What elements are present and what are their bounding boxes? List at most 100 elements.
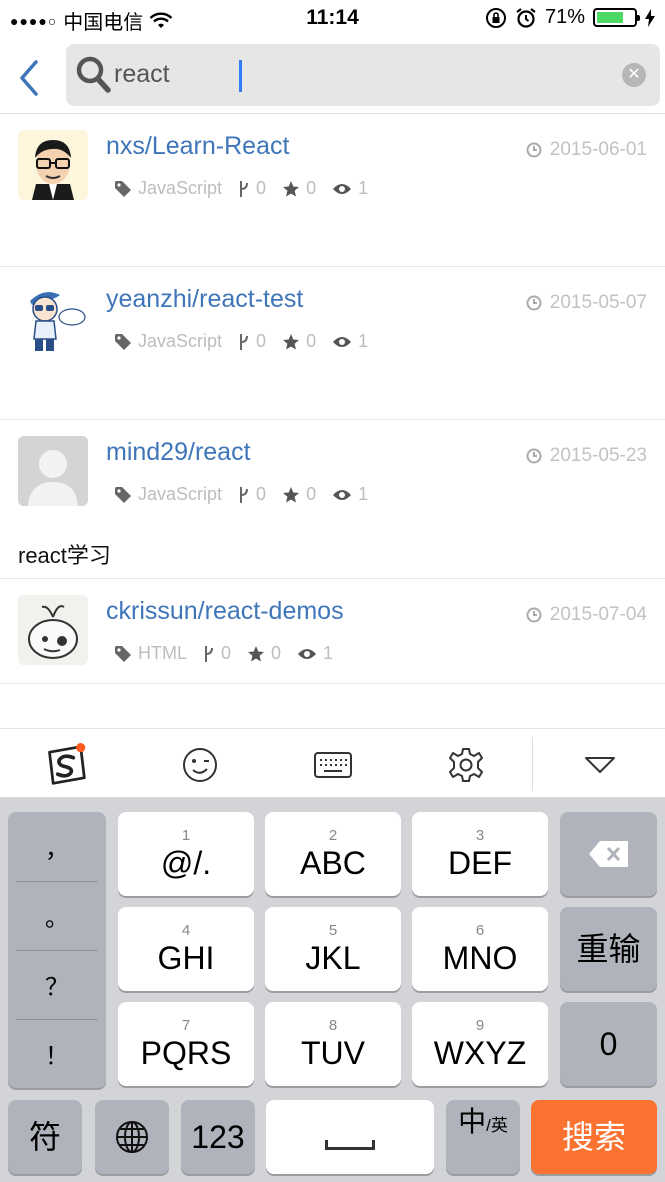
tag-icon	[115, 180, 131, 197]
stars-item: 0	[282, 178, 316, 199]
key-9[interactable]: 9 WXYZ	[412, 1002, 548, 1086]
key-7[interactable]: 7 PQRS	[118, 1002, 254, 1086]
stars-item: 0	[247, 643, 281, 664]
keyboard: ， 。 ？ ！ 1 @/. 2 ABC 3 DEF 4 GHI 5 JKL 6 …	[0, 798, 665, 1182]
repo-row[interactable]: ckrissun/react-demos 2015-07-04 HTML 0 0…	[0, 579, 665, 684]
language-item: JavaScript	[114, 178, 222, 199]
key-label: ABC	[300, 845, 366, 881]
repo-name-link[interactable]: mind29/react	[106, 438, 251, 467]
battery-fill	[597, 12, 623, 23]
keyboard-switch-button[interactable]	[311, 743, 355, 787]
avatar	[18, 283, 88, 353]
backspace-key[interactable]	[560, 812, 657, 896]
language-item: JavaScript	[114, 484, 222, 505]
reenter-key[interactable]: 重输	[560, 907, 657, 991]
key-6[interactable]: 6 MNO	[412, 907, 548, 991]
watchers-item: 1	[332, 331, 368, 352]
lang-sub-label: /英	[486, 1116, 508, 1135]
search-icon	[76, 56, 111, 93]
search-key[interactable]: 搜索	[531, 1100, 657, 1174]
repo-name-link[interactable]: ckrissun/react-demos	[106, 597, 344, 626]
repo-row[interactable]: nxs/Learn-React 2015-06-01 JavaScript 0 …	[0, 114, 665, 267]
key-number: 8	[328, 1017, 338, 1034]
avatar	[18, 595, 88, 665]
punct-period-key[interactable]: 。	[16, 881, 98, 950]
smiley-wink-icon	[183, 748, 217, 782]
key-0[interactable]: 0	[560, 1002, 657, 1086]
key-5[interactable]: 5 JKL	[265, 907, 401, 991]
globe-key[interactable]	[95, 1100, 169, 1174]
settings-button[interactable]	[444, 743, 488, 787]
gear-icon	[449, 748, 483, 782]
status-bar: ●●●●○ 中国电信 11:14 71%	[0, 0, 665, 36]
repo-date-text: 2015-05-07	[549, 292, 647, 313]
repo-row[interactable]: mind29/react 2015-05-23 JavaScript 0 0 1	[0, 420, 665, 579]
forks-count: 0	[256, 484, 267, 504]
key-number: 4	[181, 922, 191, 939]
key-2[interactable]: 2 ABC	[265, 812, 401, 896]
fork-icon	[205, 645, 213, 662]
default-avatar-icon	[18, 436, 88, 506]
numbers-key[interactable]: 123	[181, 1100, 255, 1174]
repo-date-text: 2015-07-04	[549, 604, 647, 625]
punct-exclaim-key[interactable]: ！	[16, 1019, 98, 1088]
avatar	[18, 130, 88, 200]
eye-icon	[333, 489, 352, 500]
key-4[interactable]: 4 GHI	[118, 907, 254, 991]
key-label: DEF	[448, 845, 512, 881]
symbols-key[interactable]: 符	[8, 1100, 82, 1174]
key-number: 1	[181, 827, 191, 844]
clock-icon	[526, 295, 542, 311]
stars-count: 0	[271, 643, 282, 663]
battery-percent: 71%	[544, 6, 585, 28]
repo-date-text: 2015-06-01	[549, 139, 647, 160]
key-8[interactable]: 8 TUV	[265, 1002, 401, 1086]
repo-meta: JavaScript 0 0 1	[114, 484, 368, 505]
avatar-glasses-man-icon	[18, 130, 88, 200]
key-3[interactable]: 3 DEF	[412, 812, 548, 896]
back-button[interactable]	[14, 58, 44, 98]
watchers-item: 1	[332, 484, 368, 505]
toolbar-divider	[532, 737, 533, 791]
punctuation-column[interactable]: ， 。 ？ ！	[8, 812, 106, 1088]
language-text: JavaScript	[138, 178, 223, 198]
stars-count: 0	[306, 484, 317, 504]
eye-icon	[333, 336, 352, 347]
clock-icon	[526, 607, 542, 623]
key-1[interactable]: 1 @/.	[118, 812, 254, 896]
repo-name-link[interactable]: yeanzhi/react-test	[106, 285, 303, 314]
forks-item: 0	[238, 484, 266, 505]
key-number: 2	[328, 827, 338, 844]
star-icon	[283, 486, 300, 502]
star-icon	[283, 333, 300, 349]
star-icon	[248, 645, 265, 661]
punct-question-key[interactable]: ？	[16, 950, 98, 1019]
search-header: ✕	[0, 36, 665, 114]
repo-date: 2015-06-01	[526, 139, 647, 161]
lang-main-label: 中	[458, 1106, 487, 1137]
forks-item: 0	[203, 643, 231, 664]
avatar-sprout-creature-icon	[18, 595, 88, 665]
forks-count: 0	[256, 331, 267, 351]
space-key[interactable]	[266, 1100, 434, 1174]
keyboard-toolbar	[0, 728, 665, 798]
search-box[interactable]: ✕	[66, 44, 660, 106]
repo-row[interactable]: yeanzhi/react-test 2015-05-07 JavaScript…	[0, 267, 665, 420]
avatar-cartoon-boy-icon	[18, 283, 88, 353]
clear-search-button[interactable]: ✕	[622, 63, 646, 87]
language-key[interactable]: 中 /英	[446, 1100, 520, 1174]
key-label: JKL	[305, 940, 361, 976]
repo-meta: HTML 0 0 1	[114, 643, 333, 664]
hide-keyboard-button[interactable]	[578, 743, 622, 787]
key-label: 符	[28, 1119, 61, 1155]
punct-comma-key[interactable]: ，	[16, 812, 98, 881]
stars-count: 0	[306, 178, 317, 198]
forks-item: 0	[238, 178, 266, 199]
emoji-button[interactable]	[178, 743, 222, 787]
ime-logo-button[interactable]	[44, 743, 88, 787]
language-item: JavaScript	[114, 331, 222, 352]
space-bar-icon	[325, 1140, 375, 1150]
repo-name-link[interactable]: nxs/Learn-React	[106, 132, 289, 161]
search-input[interactable]	[114, 54, 594, 94]
repo-date: 2015-07-04	[526, 604, 647, 626]
